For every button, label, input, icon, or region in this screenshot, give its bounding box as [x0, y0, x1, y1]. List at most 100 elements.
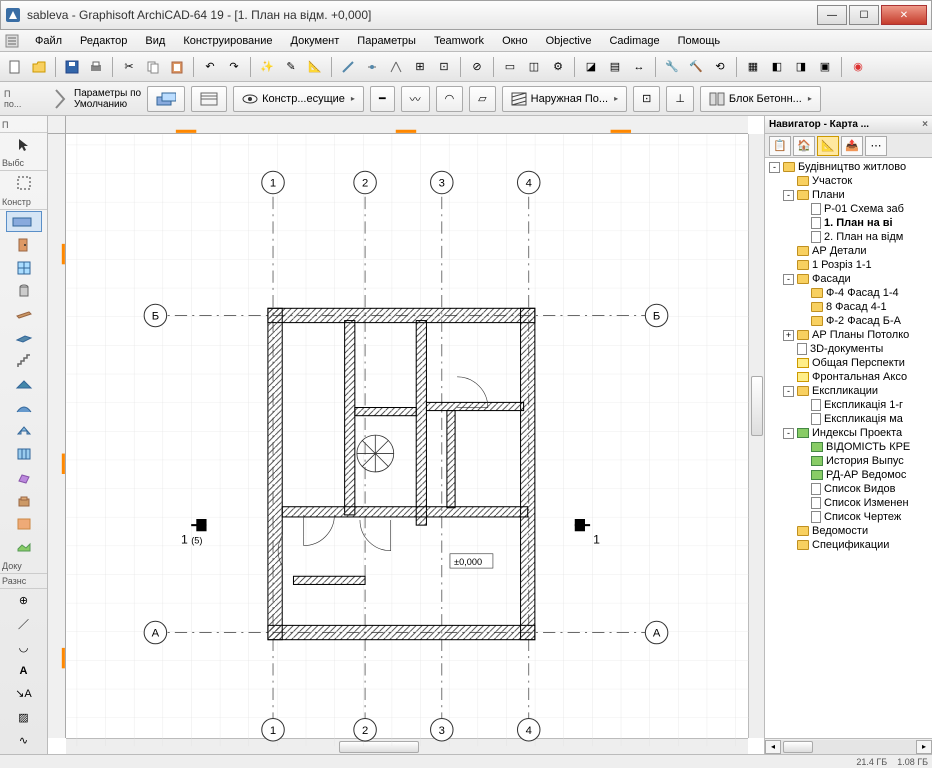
line-tool[interactable]: ／ — [6, 613, 42, 634]
tree-item[interactable]: Експликація ма — [767, 412, 930, 426]
stair-tool[interactable] — [6, 350, 42, 371]
label-tool[interactable]: ↘A — [6, 683, 42, 704]
tree-item[interactable]: Ф-2 Фасад Б-А — [767, 314, 930, 328]
clear-hatch-button[interactable]: ⊡ — [633, 86, 660, 112]
morph-tool[interactable] — [6, 467, 42, 488]
coating-combo[interactable]: Наружная По...▸ — [502, 86, 627, 112]
tree-item[interactable]: -Индексы Проекта — [767, 426, 930, 440]
arc-tool[interactable]: ◡ — [6, 637, 42, 658]
zone-tool[interactable] — [6, 513, 42, 534]
tree-item[interactable]: -Плани — [767, 188, 930, 202]
tree-expander[interactable]: - — [769, 162, 780, 173]
tree-item[interactable]: История Выпус — [767, 454, 930, 468]
view4-icon[interactable]: ▣ — [814, 56, 836, 78]
tree-item[interactable]: -Будівництво житлово — [767, 160, 930, 174]
snap5-icon[interactable]: ⊡ — [433, 56, 455, 78]
menu-objective[interactable]: Objective — [537, 33, 601, 49]
app-menu-icon[interactable] — [4, 33, 20, 49]
navigator-close-icon[interactable]: × — [922, 119, 928, 130]
copy-icon[interactable] — [142, 56, 164, 78]
tree-item[interactable]: Експликація 1-г — [767, 398, 930, 412]
tree-item[interactable]: 8 Фасад 4-1 — [767, 300, 930, 314]
options-icon[interactable]: ⚙ — [547, 56, 569, 78]
view1-icon[interactable]: ▦ — [742, 56, 764, 78]
spline-tool[interactable]: ∿ — [6, 730, 42, 751]
tree-item[interactable]: АР Детали — [767, 244, 930, 258]
snap2-icon[interactable] — [361, 56, 383, 78]
new-icon[interactable] — [4, 56, 26, 78]
tree-item[interactable]: +АР Планы Потолко — [767, 328, 930, 342]
menu-документ[interactable]: Документ — [282, 33, 349, 49]
menu-файл[interactable]: Файл — [26, 33, 71, 49]
tool-icon[interactable]: 🔧 — [661, 56, 683, 78]
wall-tool[interactable] — [6, 211, 42, 232]
menu-вид[interactable]: Вид — [136, 33, 174, 49]
snap4-icon[interactable]: ⊞ — [409, 56, 431, 78]
layer-combo[interactable]: Констр...есущие▸ — [233, 86, 364, 112]
menu-конструирование[interactable]: Конструирование — [174, 33, 281, 49]
layer-icon[interactable]: ▭ — [499, 56, 521, 78]
shell-tool[interactable] — [6, 397, 42, 418]
tree-item[interactable]: Список Чертеж — [767, 510, 930, 524]
menu-teamwork[interactable]: Teamwork — [425, 33, 493, 49]
text-tool[interactable]: A — [6, 660, 42, 681]
geometry2-button[interactable]: 〰 — [401, 86, 430, 112]
nav-tab-layout[interactable]: 📐 — [817, 136, 839, 156]
layer-hatch-button[interactable] — [191, 86, 227, 112]
wall-settings-button[interactable] — [147, 86, 185, 112]
tree-item[interactable]: 2. План на відм — [767, 230, 930, 244]
geometry1-button[interactable]: ━ — [370, 86, 395, 112]
window-tool[interactable] — [6, 257, 42, 278]
geometry3-button[interactable]: ◠ — [436, 86, 464, 112]
tree-item[interactable]: -Експликации — [767, 384, 930, 398]
tool3-icon[interactable]: ⟲ — [709, 56, 731, 78]
mesh-tool[interactable] — [6, 537, 42, 558]
marquee-tool[interactable] — [6, 172, 42, 193]
snap1-icon[interactable] — [337, 56, 359, 78]
fill-tool[interactable]: ▨ — [6, 707, 42, 728]
geometry4-button[interactable]: ▱ — [469, 86, 495, 112]
nav-tab-more[interactable]: ⋯ — [865, 136, 887, 156]
nav-tab-project[interactable]: 📋 — [769, 136, 791, 156]
menu-окно[interactable]: Окно — [493, 33, 537, 49]
tree-item[interactable]: Ф-4 Фасад 1-4 — [767, 286, 930, 300]
tree-item[interactable]: ВІДОМІСТЬ КРЕ — [767, 440, 930, 454]
menu-cadimage[interactable]: Cadimage — [600, 33, 668, 49]
render-icon[interactable]: ◉ — [847, 56, 869, 78]
tree-expander[interactable]: - — [783, 190, 794, 201]
tree-item[interactable]: Фронтальная Аксо — [767, 370, 930, 384]
skylight-tool[interactable] — [6, 420, 42, 441]
roof-tool[interactable] — [6, 374, 42, 395]
section-toggle-icon[interactable]: ▤ — [604, 56, 626, 78]
undo-icon[interactable]: ↶ — [199, 56, 221, 78]
wand-icon[interactable]: ✨ — [256, 56, 278, 78]
ruler-icon[interactable]: 📐 — [304, 56, 326, 78]
navigator-hscroll[interactable]: ◂▸ — [765, 738, 932, 754]
block-combo[interactable]: Блок Бетонн...▸ — [700, 86, 821, 112]
tree-expander[interactable]: - — [783, 274, 794, 285]
slab-tool[interactable] — [6, 327, 42, 348]
3d-icon[interactable]: ◪ — [580, 56, 602, 78]
dimension-icon[interactable]: ↔ — [628, 56, 650, 78]
view3-icon[interactable]: ◨ — [790, 56, 812, 78]
tree-item[interactable]: -Фасади — [767, 272, 930, 286]
tree-item[interactable]: РД-АР Ведомос — [767, 468, 930, 482]
snap3-icon[interactable] — [385, 56, 407, 78]
tree-item[interactable]: Общая Перспекти — [767, 356, 930, 370]
navigator-tree[interactable]: -Будівництво житловоУчасток-ПланиР-01 Сх… — [765, 158, 932, 738]
beam-tool[interactable] — [6, 304, 42, 325]
drawing-canvas[interactable]: 1234 1234 ББАА — [48, 116, 764, 754]
tool2-icon[interactable]: 🔨 — [685, 56, 707, 78]
tree-expander[interactable]: + — [783, 330, 794, 341]
arrow-tool[interactable] — [6, 134, 42, 155]
maximize-button[interactable]: ☐ — [849, 5, 879, 25]
tree-item[interactable]: Спецификации — [767, 538, 930, 552]
redo-icon[interactable]: ↷ — [223, 56, 245, 78]
save-icon[interactable] — [61, 56, 83, 78]
nav-tab-view[interactable]: 🏠 — [793, 136, 815, 156]
tree-item[interactable]: 3D-документы — [767, 342, 930, 356]
nav-tab-publisher[interactable]: 📤 — [841, 136, 863, 156]
tree-expander[interactable]: - — [783, 386, 794, 397]
menu-редактор[interactable]: Редактор — [71, 33, 136, 49]
object-tool[interactable] — [6, 490, 42, 511]
